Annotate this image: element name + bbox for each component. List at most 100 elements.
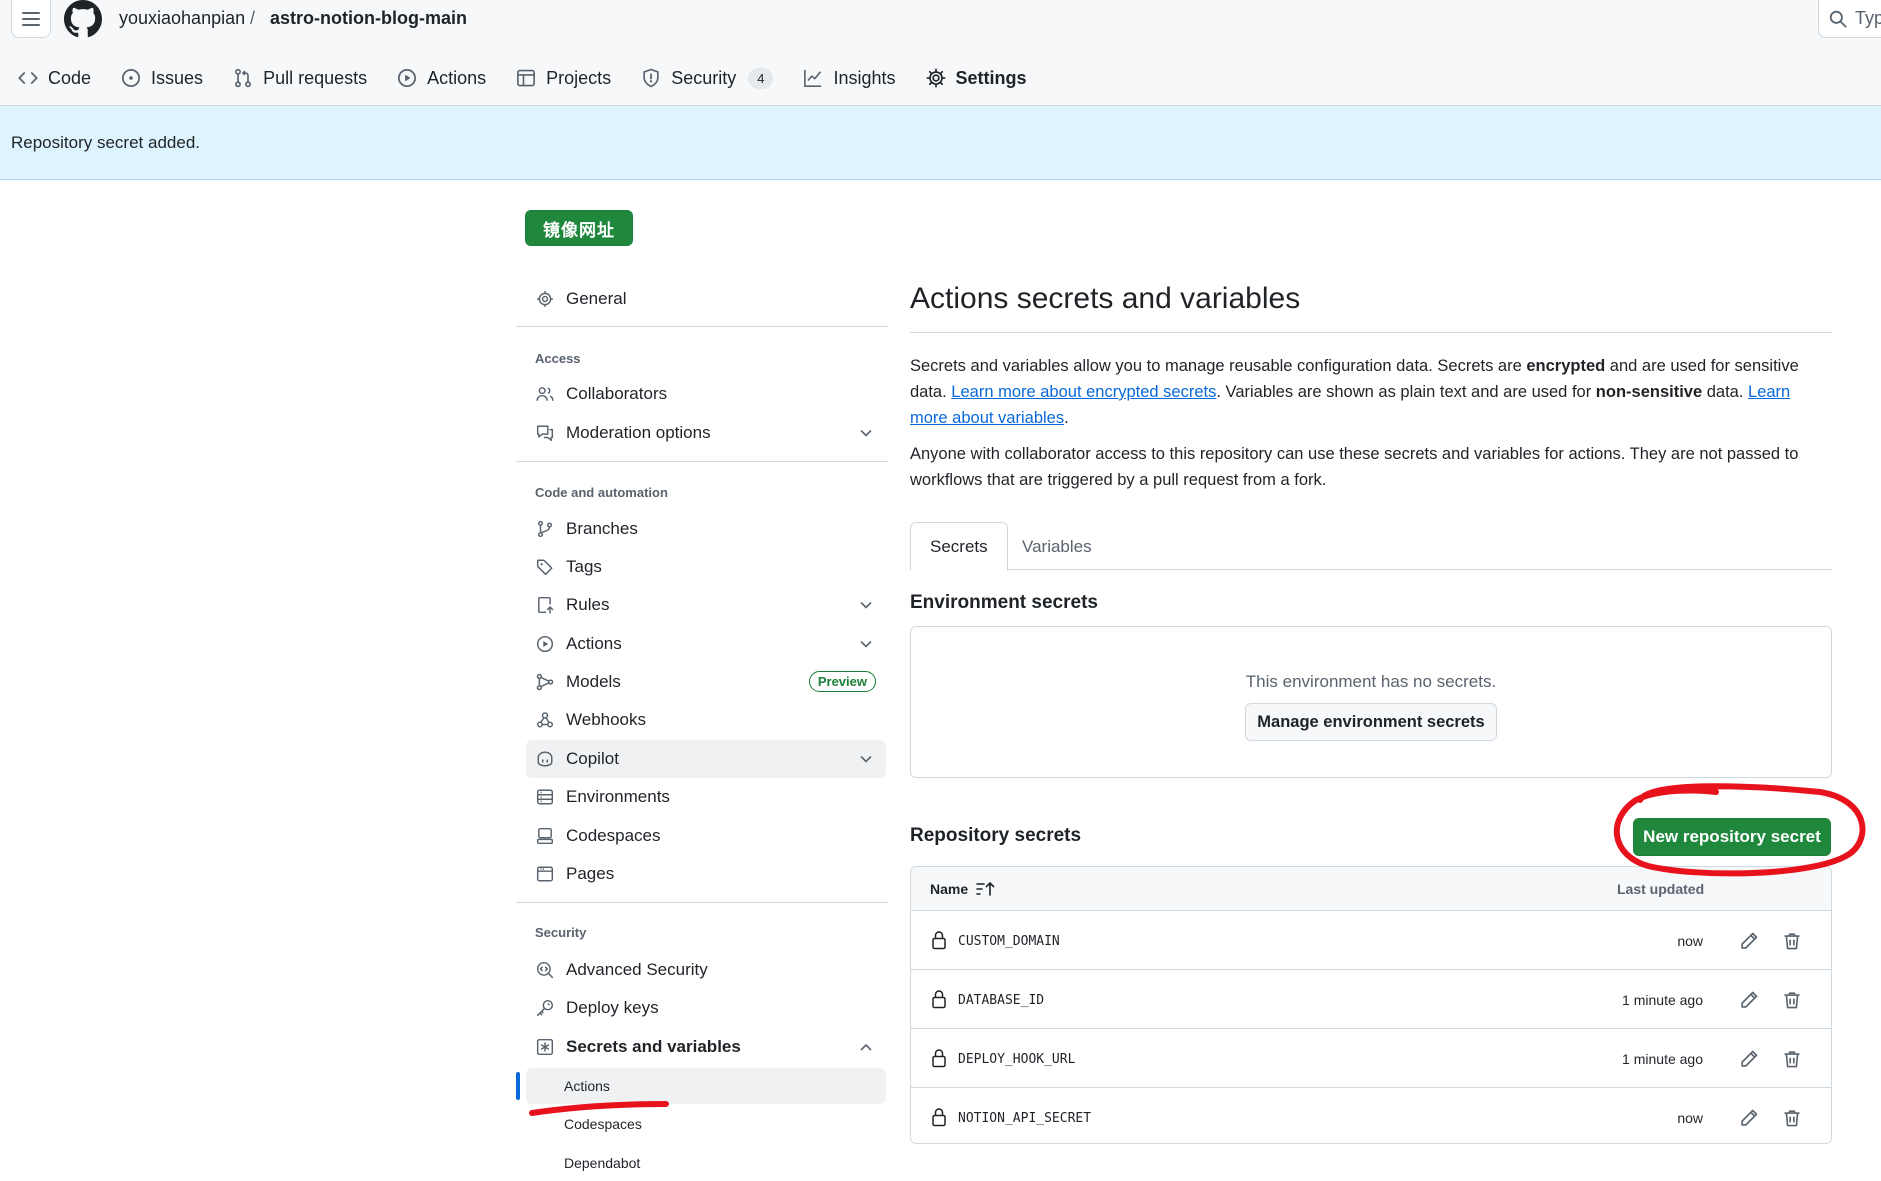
sidebar-item-pages[interactable]: Pages <box>526 855 886 893</box>
git-branch-icon <box>537 520 553 538</box>
trash-icon[interactable] <box>1782 931 1802 951</box>
app-header: youxiaohanpian / astro-notion-blog-main … <box>0 0 1881 110</box>
environment-secrets-heading: Environment secrets <box>910 592 1098 613</box>
flash-banner: Repository secret added. <box>0 106 1881 180</box>
hamburger-icon <box>22 11 40 26</box>
tab-issues[interactable]: Issues <box>121 60 203 96</box>
environment-secrets-box: This environment has no secrets. Manage … <box>910 626 1832 778</box>
divider <box>516 326 888 327</box>
section-heading-code-automation: Code and automation <box>535 485 668 500</box>
sidebar-item-actions[interactable]: Actions <box>526 625 886 663</box>
tab-settings[interactable]: Settings <box>913 60 1035 110</box>
trash-icon[interactable] <box>1782 1049 1802 1069</box>
sidebar-item-environments[interactable]: Environments <box>526 778 886 816</box>
trash-icon[interactable] <box>1782 1108 1802 1128</box>
sort-asc-icon <box>976 881 995 896</box>
chevron-down-icon <box>860 756 872 763</box>
tag-icon <box>536 559 553 576</box>
server-icon <box>536 789 554 805</box>
copilot-icon <box>537 751 553 767</box>
secret-updated: now <box>1677 933 1703 949</box>
repo-nav-tabs: Code Issues Pull requests Actions Projec… <box>18 60 1057 110</box>
github-logo-icon[interactable] <box>64 0 102 38</box>
tab-pull-requests[interactable]: Pull requests <box>233 60 367 96</box>
preview-badge: Preview <box>808 671 876 692</box>
pencil-icon[interactable] <box>1739 931 1759 951</box>
mirror-url-button[interactable]: 镜像网址 <box>525 210 633 246</box>
breadcrumb-separator: / <box>250 8 256 28</box>
sidebar-item-copilot[interactable]: Copilot <box>526 740 886 778</box>
sidebar-item-branches[interactable]: Branches <box>526 510 886 548</box>
trash-icon[interactable] <box>1782 990 1802 1010</box>
sidebar-item-moderation[interactable]: Moderation options <box>526 414 886 452</box>
comment-discussion-icon <box>536 425 554 442</box>
manage-environment-secrets-button[interactable]: Manage environment secrets <box>1245 703 1497 741</box>
secret-name: DEPLOY_HOOK_URL <box>958 1052 1076 1067</box>
active-indicator <box>516 1072 520 1100</box>
tab-projects[interactable]: Projects <box>516 60 611 96</box>
new-repository-secret-button[interactable]: New repository secret <box>1633 818 1831 856</box>
tab-secrets[interactable]: Secrets <box>910 522 1008 571</box>
gear-icon <box>537 291 553 307</box>
pencil-icon[interactable] <box>1739 990 1759 1010</box>
table-row: CUSTOM_DOMAIN now <box>911 912 1831 970</box>
table-icon <box>517 69 536 87</box>
graph-icon <box>804 69 822 87</box>
codespaces-icon <box>536 827 554 845</box>
sidebar-item-models[interactable]: Models Preview <box>526 663 886 701</box>
sidebar-item-webhooks[interactable]: Webhooks <box>526 701 886 739</box>
search-input[interactable]: Typ <box>1818 0 1881 38</box>
repository-secrets-heading: Repository secrets <box>910 825 1082 846</box>
key-icon <box>536 999 554 1017</box>
browser-icon <box>536 866 554 882</box>
chevron-down-icon <box>860 430 872 437</box>
pencil-icon[interactable] <box>1739 1108 1759 1128</box>
tab-actions[interactable]: Actions <box>397 60 486 96</box>
gear-icon <box>925 68 946 88</box>
chevron-down-icon <box>860 602 872 609</box>
secrets-table: Name Last updated CUSTOM_DOMAIN now DATA… <box>910 866 1832 1144</box>
secret-name: DATABASE_ID <box>958 993 1045 1008</box>
pencil-icon[interactable] <box>1739 1049 1759 1069</box>
menu-button[interactable] <box>11 0 51 38</box>
sort-by-name[interactable]: Name <box>930 881 996 897</box>
lock-icon <box>932 931 946 950</box>
sidebar-item-codespaces[interactable]: Codespaces <box>526 817 886 855</box>
section-heading-security: Security <box>535 925 587 940</box>
tab-insights[interactable]: Insights <box>803 60 896 96</box>
secret-updated: 1 minute ago <box>1622 992 1703 1008</box>
table-row: DATABASE_ID 1 minute ago <box>911 971 1831 1029</box>
breadcrumb-repo[interactable]: astro-notion-blog-main <box>270 8 467 29</box>
sidebar-item-tags[interactable]: Tags <box>526 548 886 586</box>
secrets-variables-tabs: Secrets Variables <box>910 522 1832 571</box>
people-icon <box>536 387 554 401</box>
sidebar-item-deploy-keys[interactable]: Deploy keys <box>526 989 886 1027</box>
sidebar-item-collaborators[interactable]: Collaborators <box>526 375 886 413</box>
lock-icon <box>932 1049 946 1068</box>
section-heading-access: Access <box>535 351 581 366</box>
models-icon <box>536 673 554 691</box>
collaborator-note: Anyone with collaborator access to this … <box>910 445 1799 489</box>
sidebar-item-secrets-variables[interactable]: Secrets and variables <box>526 1028 886 1066</box>
sidebar-subitem-codespaces[interactable]: Codespaces <box>526 1106 886 1142</box>
tab-security[interactable]: Security 4 <box>641 60 774 96</box>
webhook-icon <box>536 712 554 728</box>
secret-name: NOTION_API_SECRET <box>958 1111 1092 1126</box>
chevron-up-icon <box>860 1043 872 1051</box>
codescan-icon <box>536 961 554 979</box>
breadcrumb-owner[interactable]: youxiaohanpian <box>119 8 245 29</box>
sidebar-item-rules[interactable]: Rules <box>526 586 886 624</box>
sidebar-subitem-actions[interactable]: Actions <box>526 1068 886 1104</box>
git-pull-request-icon <box>235 68 252 88</box>
empty-state-message: This environment has no secrets. <box>1245 672 1497 691</box>
search-icon <box>1829 10 1847 28</box>
divider <box>516 902 888 903</box>
learn-more-secrets-link[interactable]: Learn more about encrypted secrets <box>951 383 1216 401</box>
play-icon <box>536 635 554 653</box>
lock-icon <box>932 990 946 1009</box>
tab-code[interactable]: Code <box>18 60 91 96</box>
sidebar-item-advanced-security[interactable]: Advanced Security <box>526 951 886 989</box>
tab-variables[interactable]: Variables <box>1003 522 1111 571</box>
sidebar-item-general[interactable]: General <box>526 280 886 318</box>
sidebar-subitem-dependabot[interactable]: Dependabot <box>526 1145 886 1181</box>
